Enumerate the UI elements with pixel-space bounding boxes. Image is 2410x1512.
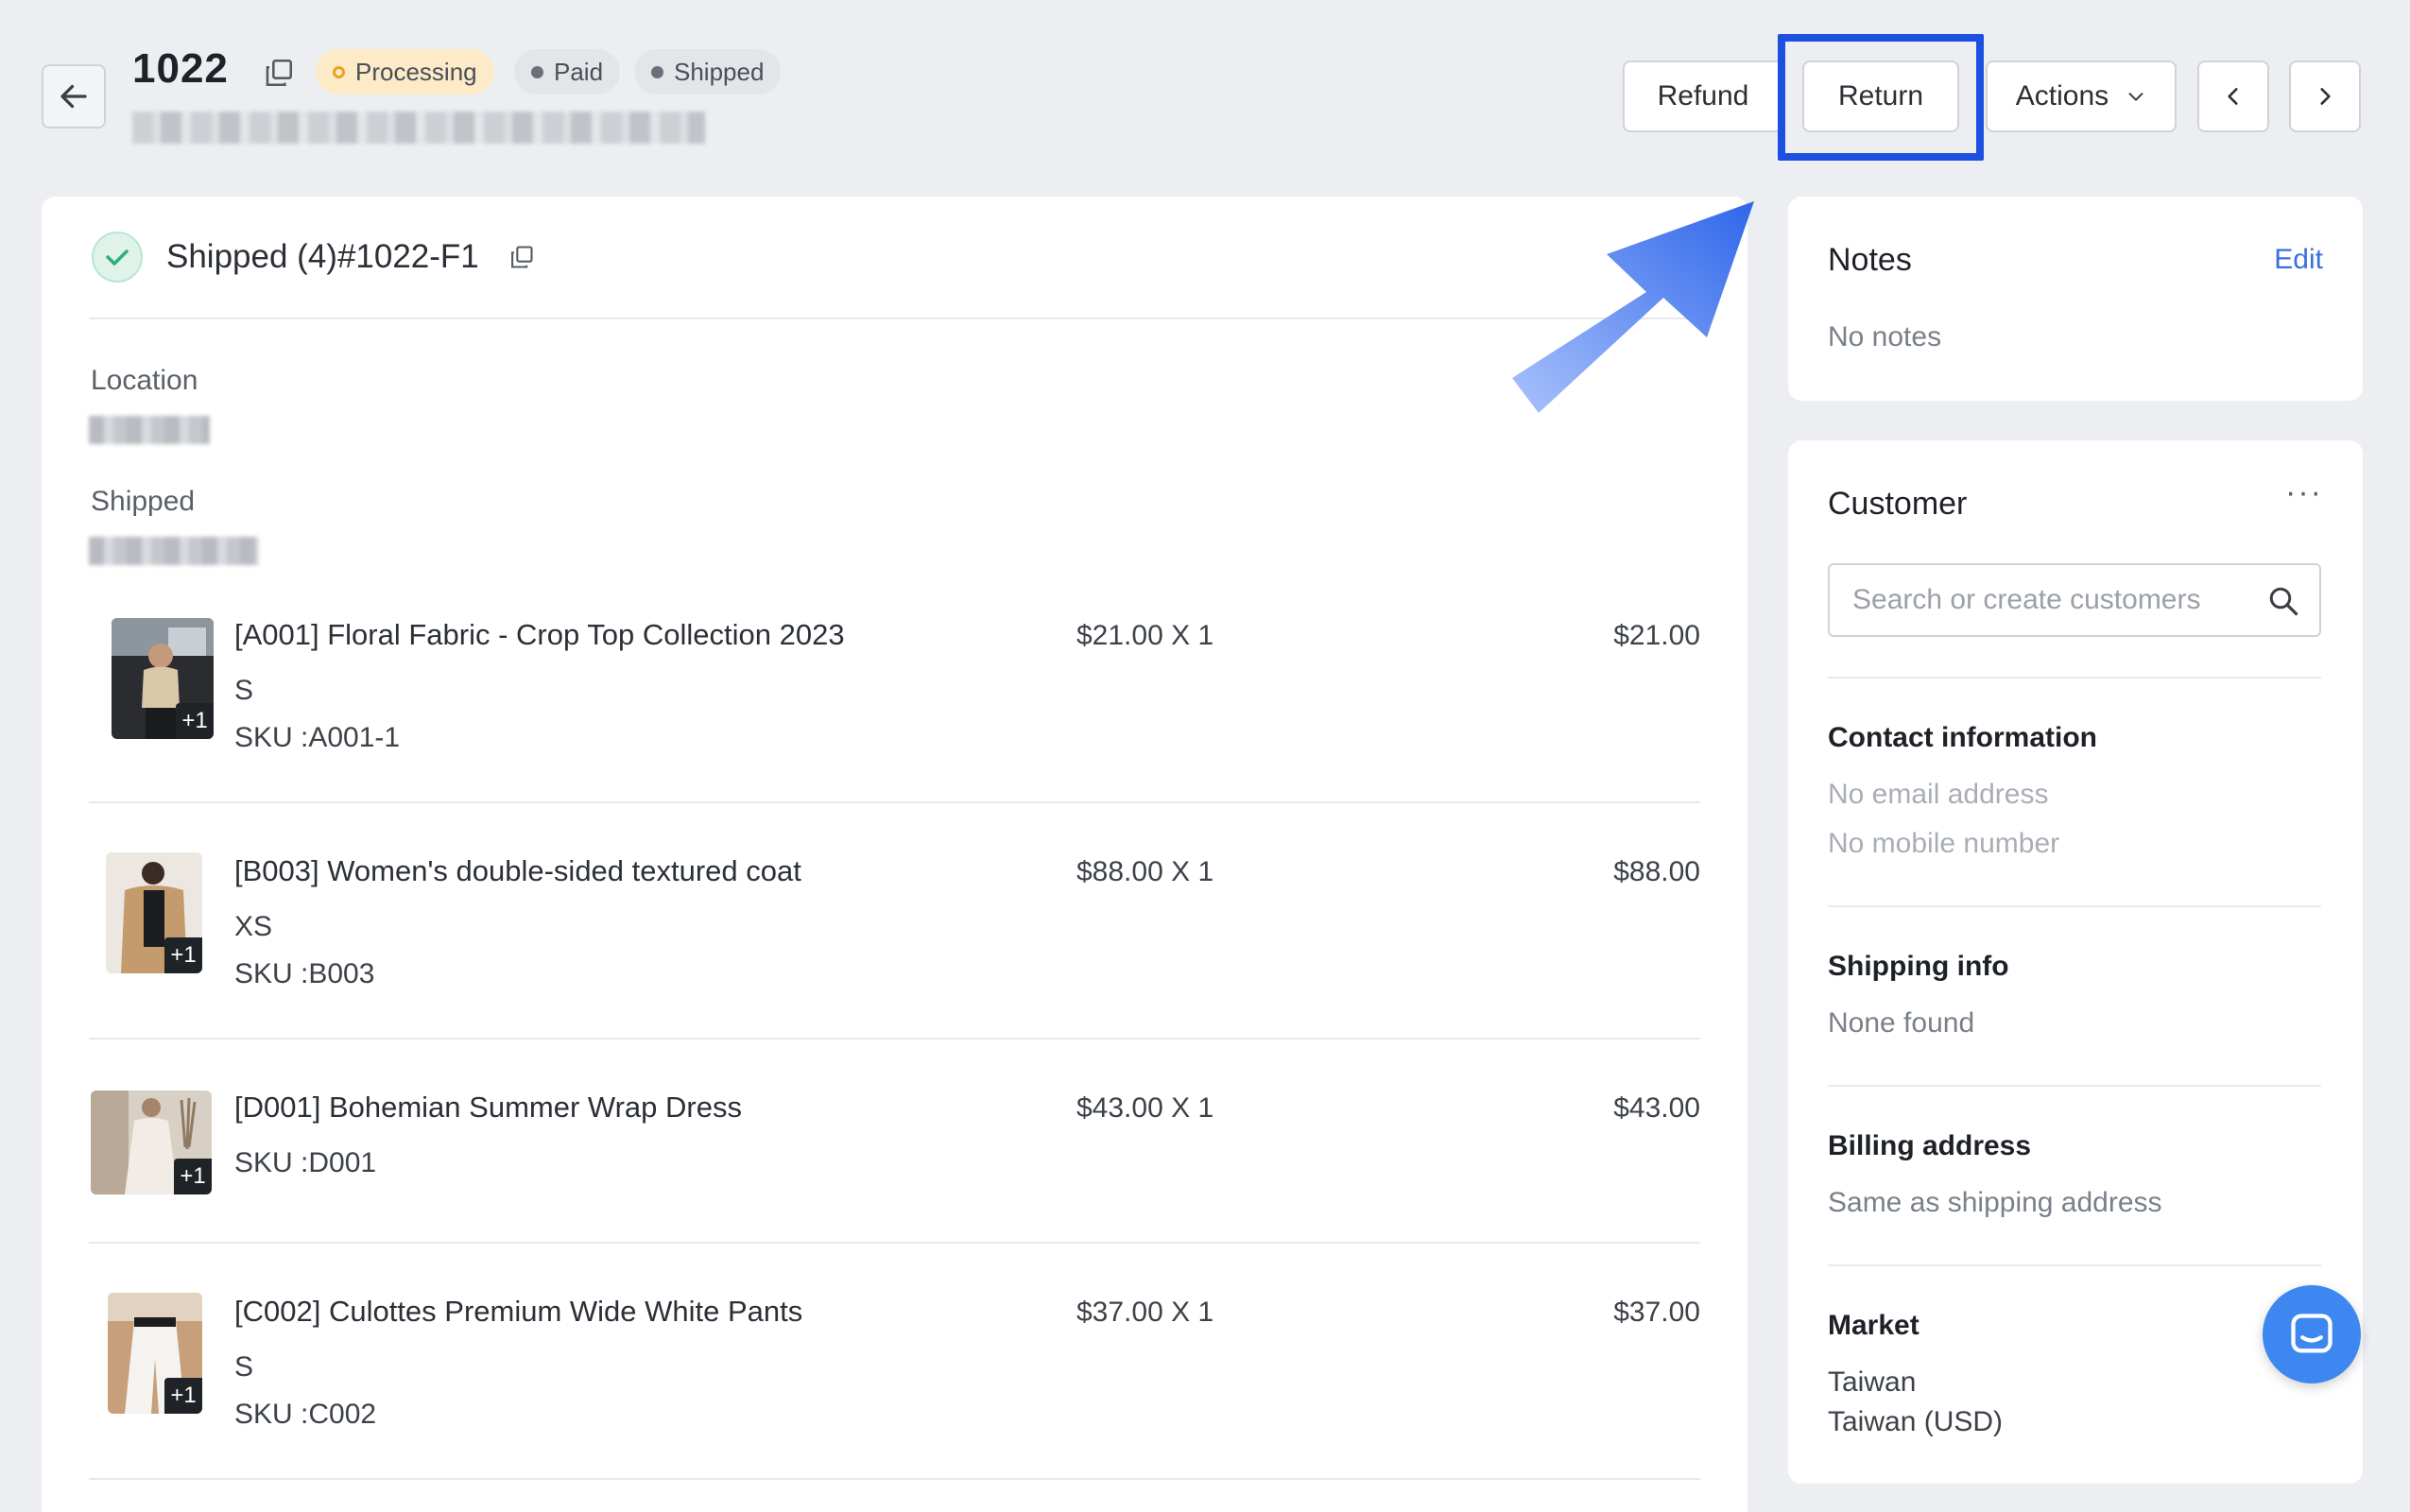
- product-variant: S: [234, 1351, 254, 1383]
- shipping-info-value: None found: [1828, 1007, 1975, 1039]
- product-thumbnail[interactable]: +1: [108, 1293, 202, 1414]
- shipping-info-title: Shipping info: [1828, 951, 2009, 982]
- product-variant: XS: [234, 911, 273, 942]
- product-name[interactable]: [C002] Culottes Premium Wide White Pants: [234, 1295, 802, 1329]
- search-icon[interactable]: [2266, 584, 2300, 618]
- shipped-label: Shipped: [91, 486, 196, 517]
- customer-search[interactable]: [1828, 563, 2321, 637]
- status-dot-icon: [531, 65, 543, 78]
- actions-label: Actions: [2015, 80, 2109, 112]
- no-email: No email address: [1828, 779, 2049, 810]
- chevron-down-icon: [2128, 93, 2143, 101]
- chat-support-button[interactable]: [2263, 1285, 2361, 1383]
- chevron-left-icon: [2228, 88, 2238, 105]
- arrow-left-icon: [60, 84, 87, 109]
- status-badge-processing: Processing: [316, 49, 494, 94]
- check-circle-icon: [92, 232, 143, 283]
- line-item: +1 [A001] Floral Fabric - Crop Top Colle…: [89, 599, 1700, 788]
- next-order-button[interactable]: [2289, 60, 2361, 132]
- shipped-date-redacted: [89, 537, 259, 565]
- more-images-badge: +1: [164, 937, 202, 973]
- divider: [1828, 1085, 2321, 1087]
- product-name[interactable]: [B003] Women's double-sided textured coa…: [234, 854, 801, 888]
- market-title: Market: [1828, 1310, 1919, 1341]
- product-variant: S: [234, 675, 254, 706]
- market-currency: Taiwan (USD): [1828, 1406, 2004, 1437]
- fulfillment-title: Shipped (4)#1022-F1: [166, 238, 479, 275]
- fulfillment-card: Shipped (4)#1022-F1 Location Shipped +1: [42, 197, 1747, 1512]
- chevron-right-icon: [2320, 88, 2331, 105]
- product-thumbnail[interactable]: +1: [112, 618, 214, 739]
- product-name[interactable]: [A001] Floral Fabric - Crop Top Collecti…: [234, 618, 845, 652]
- edit-notes-link[interactable]: Edit: [2274, 244, 2323, 276]
- order-date-redacted: [132, 112, 705, 144]
- badge-label: Processing: [355, 57, 477, 86]
- notes-title: Notes: [1828, 242, 1912, 278]
- return-button-highlight: [1778, 34, 1984, 161]
- customer-title: Customer: [1828, 486, 1968, 522]
- refund-label: Refund: [1657, 80, 1749, 112]
- status-dot-icon: [651, 65, 663, 78]
- chat-icon: [2291, 1314, 2333, 1353]
- product-sku: SKU :D001: [234, 1147, 377, 1178]
- divider: [1828, 905, 2321, 907]
- divider: [1828, 677, 2321, 679]
- badge-label: Shipped: [674, 57, 765, 86]
- billing-address-value: Same as shipping address: [1828, 1187, 2162, 1218]
- line-total: $43.00: [1613, 1092, 1700, 1124]
- product-sku: SKU :C002: [234, 1399, 377, 1430]
- market-value: Taiwan: [1828, 1366, 1917, 1398]
- line-item: +1 [D001] Bohemian Summer Wrap Dress SKU…: [89, 1072, 1700, 1261]
- status-badge-shipped: Shipped: [634, 49, 782, 94]
- customer-search-input[interactable]: [1830, 565, 2319, 635]
- location-value-redacted: [89, 416, 210, 444]
- product-sku: SKU :A001-1: [234, 722, 401, 753]
- order-detail-page: 1022 Processing Paid Shipped Refund Retu…: [0, 0, 2410, 1512]
- more-images-badge: +1: [174, 1159, 212, 1194]
- unit-price: $21.00 X 1: [1076, 620, 1214, 651]
- status-badge-paid: Paid: [514, 49, 621, 94]
- badge-label: Paid: [554, 57, 604, 86]
- order-number: 1022: [132, 45, 229, 92]
- copy-icon[interactable]: [508, 244, 535, 270]
- unit-price: $37.00 X 1: [1076, 1297, 1214, 1328]
- divider: [89, 801, 1700, 803]
- actions-dropdown[interactable]: Actions: [1986, 60, 2177, 132]
- notes-empty: No notes: [1828, 321, 1942, 352]
- more-images-badge: +1: [164, 1378, 202, 1414]
- product-sku: SKU :B003: [234, 958, 375, 989]
- divider: [89, 1038, 1700, 1040]
- unit-price: $43.00 X 1: [1076, 1092, 1214, 1124]
- unit-price: $88.00 X 1: [1076, 856, 1214, 887]
- divider: [89, 1242, 1700, 1244]
- no-mobile: No mobile number: [1828, 828, 2060, 859]
- divider: [89, 318, 1700, 319]
- refund-button[interactable]: Refund: [1623, 60, 1783, 132]
- back-button[interactable]: [42, 64, 106, 129]
- billing-address-title: Billing address: [1828, 1130, 2032, 1161]
- divider: [1828, 1264, 2321, 1266]
- copy-icon[interactable]: [263, 57, 295, 89]
- contact-info-title: Contact information: [1828, 722, 2097, 753]
- line-total: $21.00: [1613, 620, 1700, 651]
- line-total: $88.00: [1613, 856, 1700, 887]
- notes-card: Notes Edit No notes: [1788, 197, 2363, 401]
- pointer-arrow-icon: [1512, 201, 1754, 413]
- line-total: $37.00: [1613, 1297, 1700, 1328]
- line-item: +1 [C002] Culottes Premium Wide White Pa…: [89, 1276, 1700, 1465]
- status-dot-icon: [333, 65, 345, 78]
- previous-order-button[interactable]: [2197, 60, 2269, 132]
- line-item: +1 [B003] Women's double-sided textured …: [89, 835, 1700, 1024]
- product-name[interactable]: [D001] Bohemian Summer Wrap Dress: [234, 1091, 742, 1125]
- product-thumbnail[interactable]: +1: [106, 852, 202, 973]
- more-images-badge: +1: [176, 703, 214, 739]
- product-thumbnail[interactable]: +1: [91, 1091, 212, 1194]
- location-label: Location: [91, 365, 198, 396]
- more-options-icon[interactable]: ···: [2285, 474, 2323, 511]
- divider: [89, 1478, 1700, 1480]
